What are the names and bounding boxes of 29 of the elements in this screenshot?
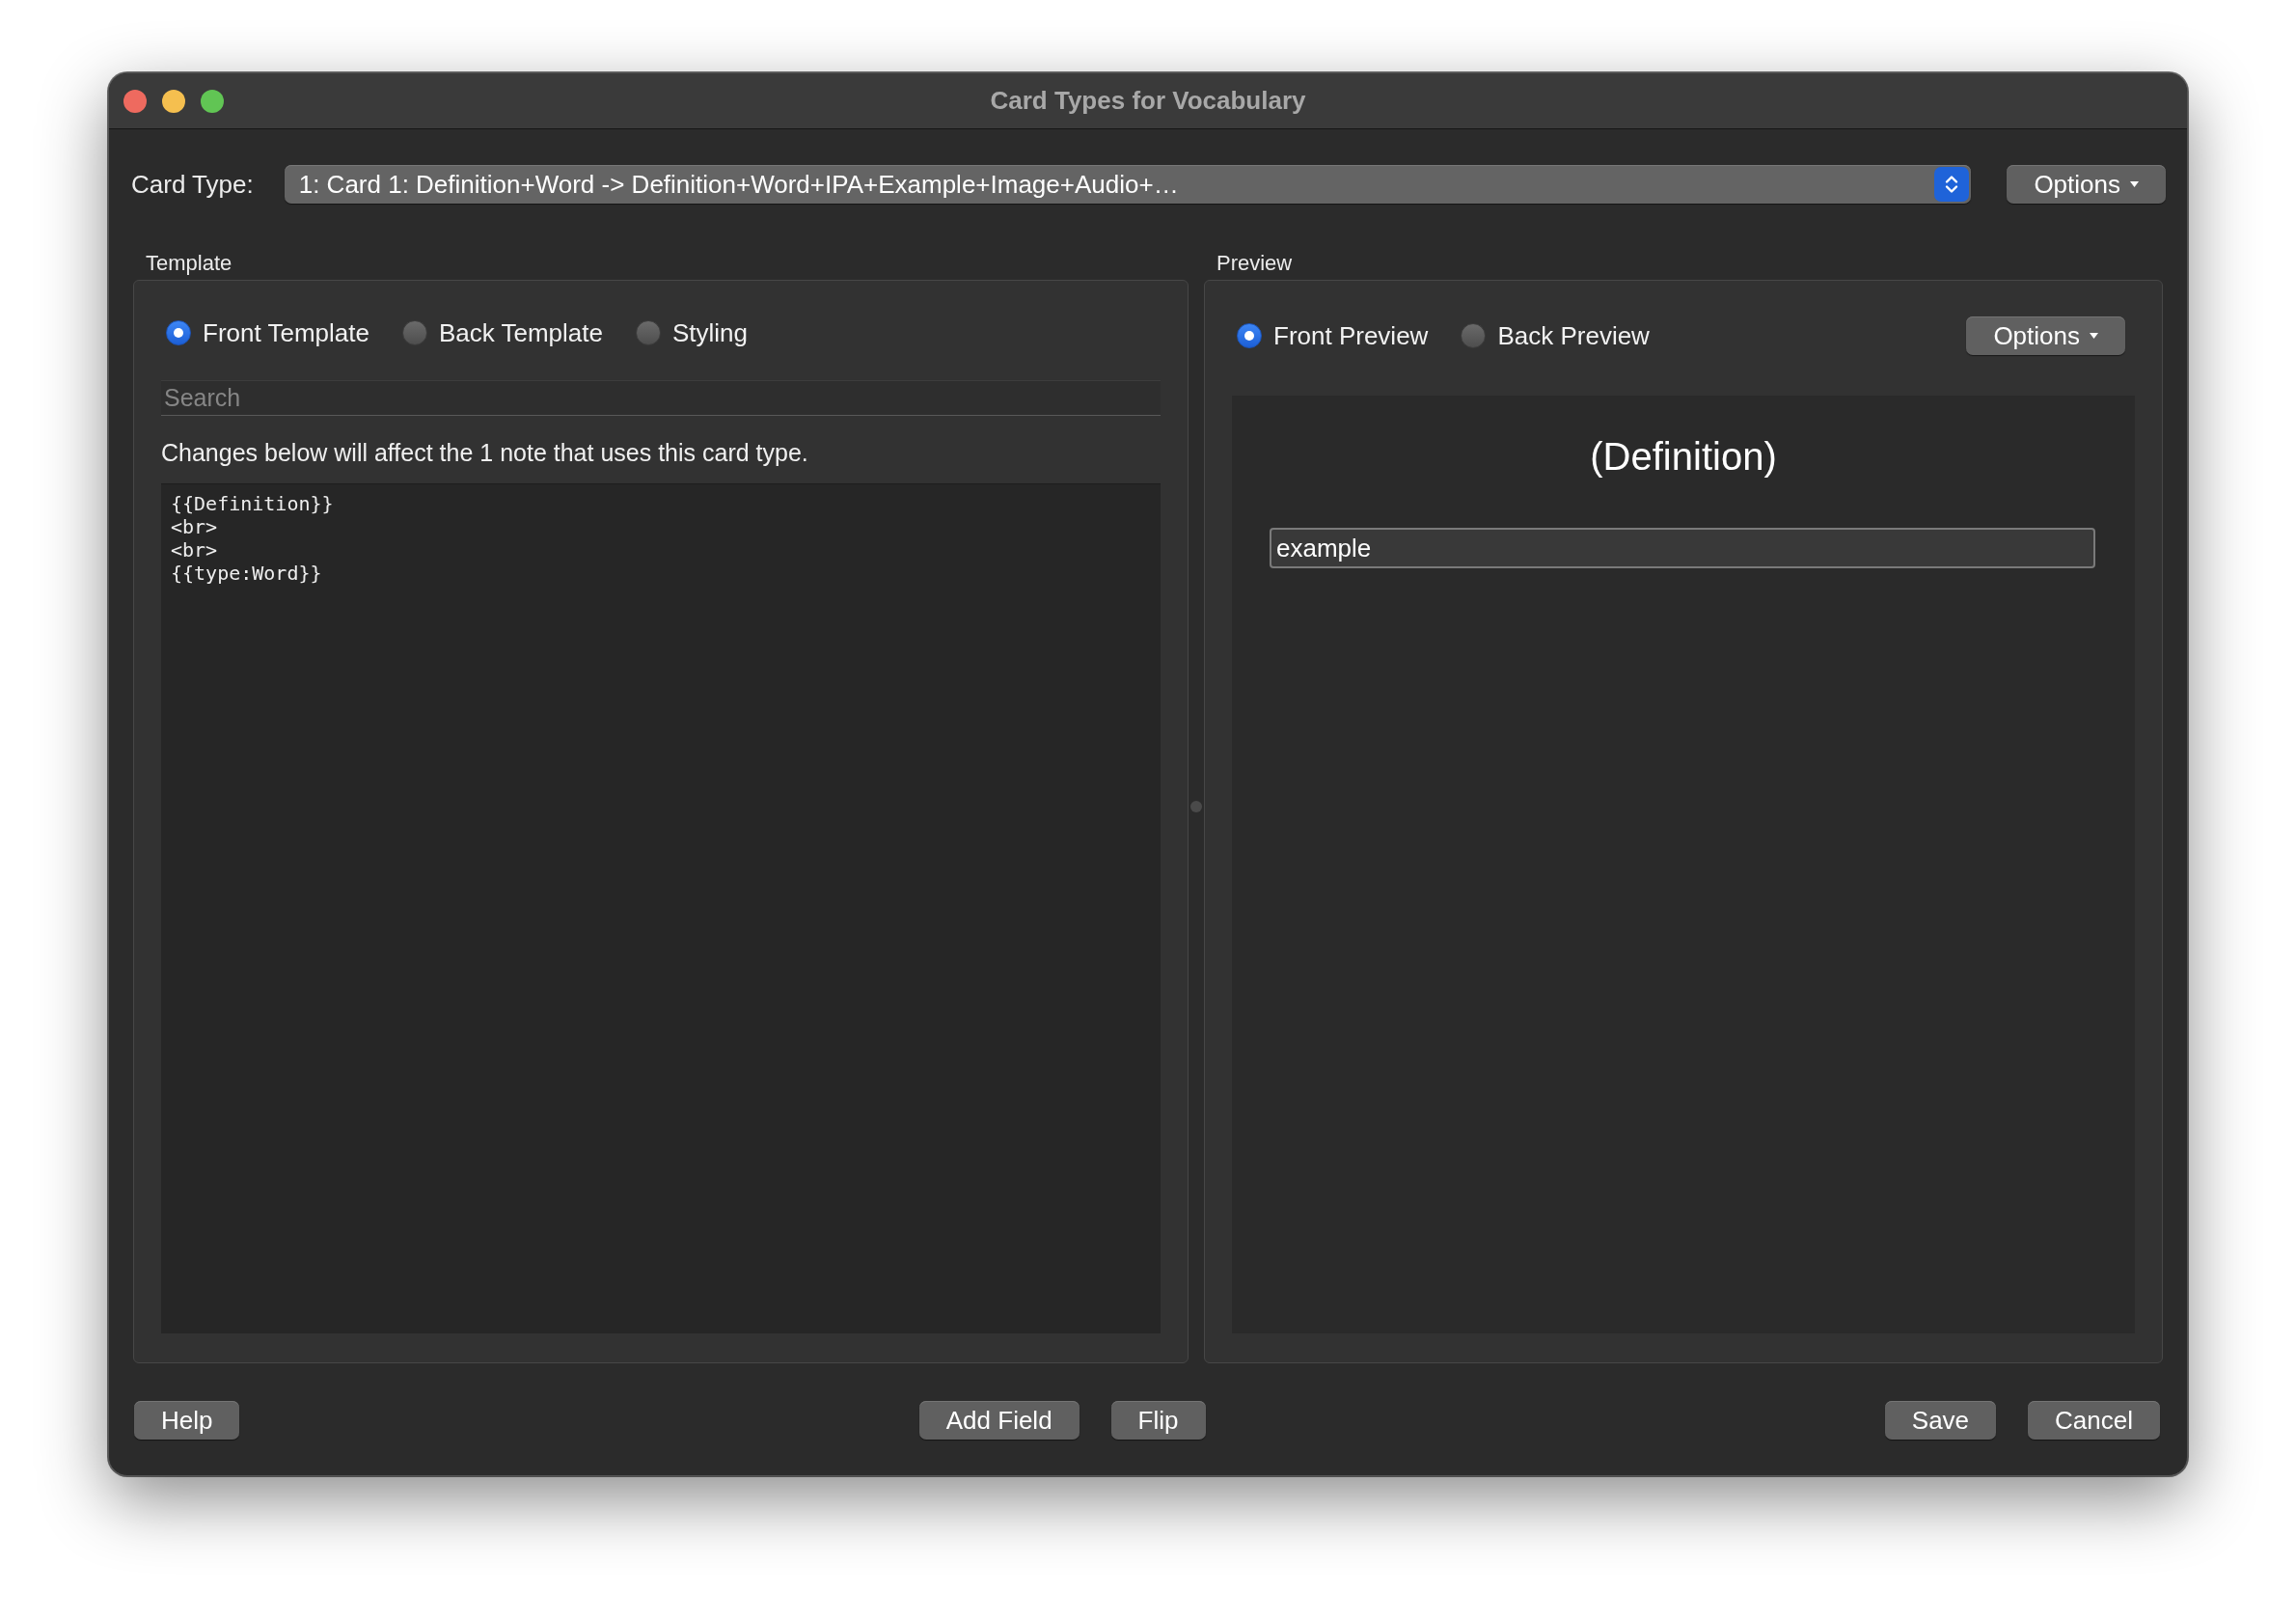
footer-button[interactable]: Cancel xyxy=(2028,1401,2160,1440)
footer-button[interactable]: Save xyxy=(1884,1401,1997,1440)
card-type-dropdown[interactable]: 1: Card 1: Definition+Word -> Definition+Word+IPA+Example+Image+Audio+… xyxy=(284,165,1972,204)
radio-option[interactable]: Front Preview xyxy=(1237,320,1429,351)
window-title: Card Types for Vocabulary xyxy=(990,86,1306,116)
radio-option[interactable]: Back Preview xyxy=(1461,320,1650,351)
code-editor[interactable]: {{Definition}} <br> <br> {{type:Word}} xyxy=(161,483,1161,1333)
footer-button[interactable]: Add Field xyxy=(918,1401,1080,1440)
zoom-icon[interactable] xyxy=(201,89,224,113)
minimize-icon[interactable] xyxy=(162,89,185,113)
notice-text: Changes below will affect the 1 note that uses this card type. xyxy=(161,438,809,467)
radio-option[interactable]: Styling xyxy=(636,317,749,348)
options-button[interactable]: Options xyxy=(1966,316,2125,355)
splitter-handle[interactable] xyxy=(1190,801,1202,812)
chevron-updown-icon xyxy=(1934,167,1970,202)
radio-option[interactable]: Front Template xyxy=(166,317,369,348)
answer-input[interactable]: example xyxy=(1270,528,2095,568)
footer-button[interactable]: Help xyxy=(134,1401,240,1440)
caret-icon xyxy=(2090,333,2098,339)
caret-icon xyxy=(2130,181,2139,187)
search-field[interactable]: Search xyxy=(161,380,1161,416)
card-type-label: Card Type: xyxy=(131,169,254,200)
options-button[interactable]: Options xyxy=(2007,165,2166,204)
radio-option[interactable]: Back Template xyxy=(401,317,603,348)
close-icon[interactable] xyxy=(123,89,147,113)
section-title: Template xyxy=(145,250,233,277)
footer-button[interactable]: Flip xyxy=(1110,1401,1206,1440)
card-front-text: (Definition) xyxy=(1590,434,1777,480)
section-title: Preview xyxy=(1216,250,1294,277)
